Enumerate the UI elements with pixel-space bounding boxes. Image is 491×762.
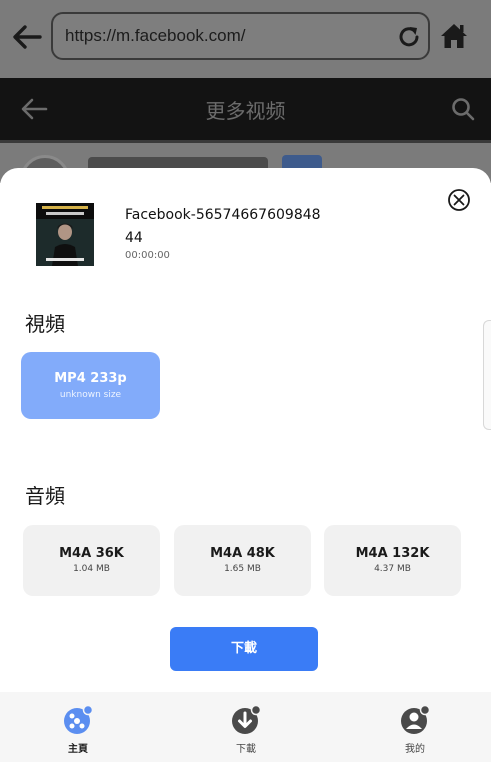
profile-tab-icon <box>401 704 431 734</box>
nav-label-download: 下載 <box>236 744 256 755</box>
option-size: unknown size <box>59 390 122 400</box>
browser-toolbar: https://m.facebook.com/ <box>0 0 491 78</box>
address-bar[interactable]: https://m.facebook.com/ <box>51 12 430 60</box>
nav-label-profile: 我的 <box>405 744 425 755</box>
download-sheet: Facebook-5657466760984844 00:00:00 視頻 MP… <box>0 168 491 762</box>
close-icon[interactable] <box>447 188 471 212</box>
nav-tab-profile[interactable]: 我的 <box>355 692 475 762</box>
option-size: 1.04 MB <box>73 564 110 574</box>
back-arrow-icon[interactable] <box>10 20 44 54</box>
option-size: 1.65 MB <box>224 564 261 574</box>
home-tab-icon <box>64 704 94 734</box>
scroll-handle[interactable] <box>483 320 491 430</box>
bottom-nav: 主頁 下載 我的 <box>0 692 491 762</box>
option-format: M4A 132K <box>355 546 430 561</box>
media-duration: 00:00:00 <box>125 250 170 261</box>
option-format: MP4 233p <box>54 371 127 386</box>
video-option-mp4-233p[interactable]: MP4 233p unknown size <box>21 352 160 419</box>
nav-tab-download[interactable]: 下載 <box>186 692 306 762</box>
video-section-label: 視頻 <box>25 312 65 336</box>
search-icon[interactable] <box>450 96 476 122</box>
audio-section-label: 音頻 <box>25 484 65 508</box>
audio-option-m4a-132k[interactable]: M4A 132K 4.37 MB <box>324 525 461 596</box>
media-title: Facebook-5657466760984844 <box>125 207 321 246</box>
video-thumbnail <box>36 203 94 266</box>
nav-label-home: 主頁 <box>68 744 88 755</box>
download-tab-icon <box>232 704 262 734</box>
nav-tab-home[interactable]: 主頁 <box>18 692 138 762</box>
option-size: 4.37 MB <box>374 564 411 574</box>
audio-option-m4a-36k[interactable]: M4A 36K 1.04 MB <box>23 525 160 596</box>
home-icon[interactable] <box>438 20 470 52</box>
app-header: 更多视频 <box>0 78 491 140</box>
option-format: M4A 36K <box>59 546 124 561</box>
audio-option-m4a-48k[interactable]: M4A 48K 1.65 MB <box>174 525 311 596</box>
reload-icon[interactable] <box>396 24 422 50</box>
download-button[interactable]: 下載 <box>170 627 318 671</box>
option-format: M4A 48K <box>210 546 275 561</box>
url-text: https://m.facebook.com/ <box>65 26 246 45</box>
app-header-title: 更多视频 <box>205 99 286 123</box>
